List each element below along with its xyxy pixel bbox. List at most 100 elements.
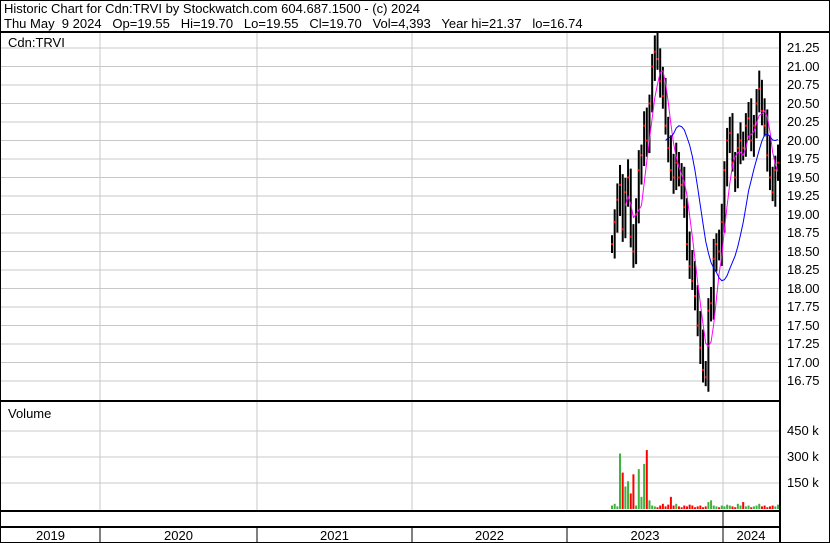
close-marker bbox=[651, 65, 654, 68]
volume-bar bbox=[683, 505, 686, 509]
close-marker bbox=[632, 250, 635, 253]
price-tick-label: 17.25 bbox=[787, 336, 820, 351]
volume-bar bbox=[688, 504, 691, 509]
close-marker bbox=[728, 132, 731, 135]
volume-label: Volume bbox=[8, 406, 52, 421]
volume-bar bbox=[675, 503, 678, 509]
close-marker bbox=[637, 169, 640, 172]
close-marker bbox=[613, 220, 616, 223]
volume-bar bbox=[669, 496, 672, 509]
volume-bar bbox=[760, 506, 763, 509]
volume-bar bbox=[627, 481, 630, 509]
volume-bar bbox=[680, 507, 683, 509]
volume-bar bbox=[651, 505, 654, 509]
volume-bar bbox=[755, 505, 758, 509]
volume-bar bbox=[731, 506, 734, 509]
price-tick-label: 19.75 bbox=[787, 151, 820, 166]
volume-bar bbox=[653, 506, 656, 509]
volume-bar bbox=[677, 506, 680, 509]
close-marker bbox=[718, 250, 721, 253]
volume-bar bbox=[621, 472, 624, 509]
volume-bar bbox=[702, 507, 705, 509]
volume-bar bbox=[718, 507, 721, 509]
year-label: 2023 bbox=[630, 528, 660, 543]
volume-bar bbox=[613, 503, 616, 509]
volume-bar bbox=[645, 450, 648, 509]
price-tick-label: 18.00 bbox=[787, 280, 820, 296]
price-tick-label: 21.00 bbox=[787, 58, 820, 74]
close-marker bbox=[739, 139, 742, 142]
volume-bar bbox=[710, 500, 713, 509]
close-marker bbox=[699, 346, 702, 349]
volume-tick-label: 150 k bbox=[787, 475, 819, 490]
close-marker bbox=[726, 139, 729, 142]
volume-bar bbox=[774, 506, 777, 509]
price-tick-label: 18.75 bbox=[787, 225, 820, 240]
price-tick-label: 19.25 bbox=[787, 188, 820, 203]
volume-bar bbox=[632, 474, 635, 509]
volume-bar bbox=[691, 505, 694, 509]
price-tick-label: 18.25 bbox=[787, 262, 820, 277]
price-tick-label: 17.00 bbox=[787, 354, 820, 370]
close-marker bbox=[616, 198, 619, 201]
close-marker bbox=[691, 280, 694, 283]
volume-bar bbox=[699, 505, 702, 509]
volume-bar bbox=[661, 503, 664, 509]
close-marker bbox=[624, 191, 627, 194]
year-label: 2020 bbox=[164, 528, 193, 543]
volume-bar bbox=[640, 496, 643, 509]
close-marker bbox=[659, 80, 662, 83]
year-label: 2024 bbox=[736, 528, 766, 543]
close-marker bbox=[629, 235, 632, 238]
close-marker bbox=[643, 124, 646, 127]
price-tick-label: 17.50 bbox=[787, 317, 820, 333]
year-label: 2021 bbox=[320, 528, 349, 543]
volume-bar bbox=[744, 506, 747, 509]
volume-bar bbox=[723, 506, 726, 509]
year-label: 2019 bbox=[36, 528, 65, 543]
close-marker bbox=[715, 243, 718, 246]
volume-bar bbox=[777, 504, 779, 509]
volume-bar bbox=[667, 504, 670, 509]
close-marker bbox=[702, 368, 705, 371]
close-marker bbox=[621, 228, 624, 231]
close-marker bbox=[656, 58, 659, 61]
close-marker bbox=[683, 206, 686, 209]
volume-bar bbox=[707, 502, 710, 509]
close-marker bbox=[661, 95, 664, 98]
volume-bar bbox=[704, 506, 707, 509]
volume-bar bbox=[736, 503, 739, 509]
price-volume-chart bbox=[0, 31, 830, 543]
close-marker bbox=[710, 302, 713, 305]
close-marker bbox=[777, 161, 779, 164]
price-tick-label: 16.75 bbox=[787, 373, 820, 388]
volume-bar bbox=[742, 502, 745, 509]
price-tick-label: 19.00 bbox=[787, 206, 820, 222]
volume-bar bbox=[619, 453, 622, 509]
price-tick-label: 20.50 bbox=[787, 95, 820, 111]
volume-bar bbox=[768, 506, 771, 509]
close-marker bbox=[758, 87, 761, 90]
price-tick-label: 18.50 bbox=[787, 243, 820, 259]
close-marker bbox=[627, 176, 630, 179]
volume-bar bbox=[611, 505, 613, 509]
close-marker bbox=[720, 220, 723, 223]
close-marker bbox=[734, 176, 737, 179]
close-marker bbox=[723, 169, 726, 172]
price-tick-label: 19.50 bbox=[787, 169, 820, 185]
close-marker bbox=[707, 309, 710, 312]
close-marker bbox=[677, 176, 680, 179]
symbol-label: Cdn:TRVI bbox=[8, 35, 65, 50]
close-marker bbox=[688, 265, 691, 268]
close-marker bbox=[669, 169, 672, 172]
volume-bar bbox=[659, 505, 662, 509]
volume-bar bbox=[758, 503, 761, 509]
close-marker bbox=[704, 376, 707, 379]
close-marker bbox=[648, 102, 651, 105]
close-marker bbox=[771, 191, 774, 194]
close-marker bbox=[664, 124, 667, 127]
volume-bar bbox=[752, 506, 755, 509]
close-marker bbox=[696, 324, 699, 327]
close-marker bbox=[752, 124, 755, 127]
volume-bar bbox=[694, 507, 696, 509]
